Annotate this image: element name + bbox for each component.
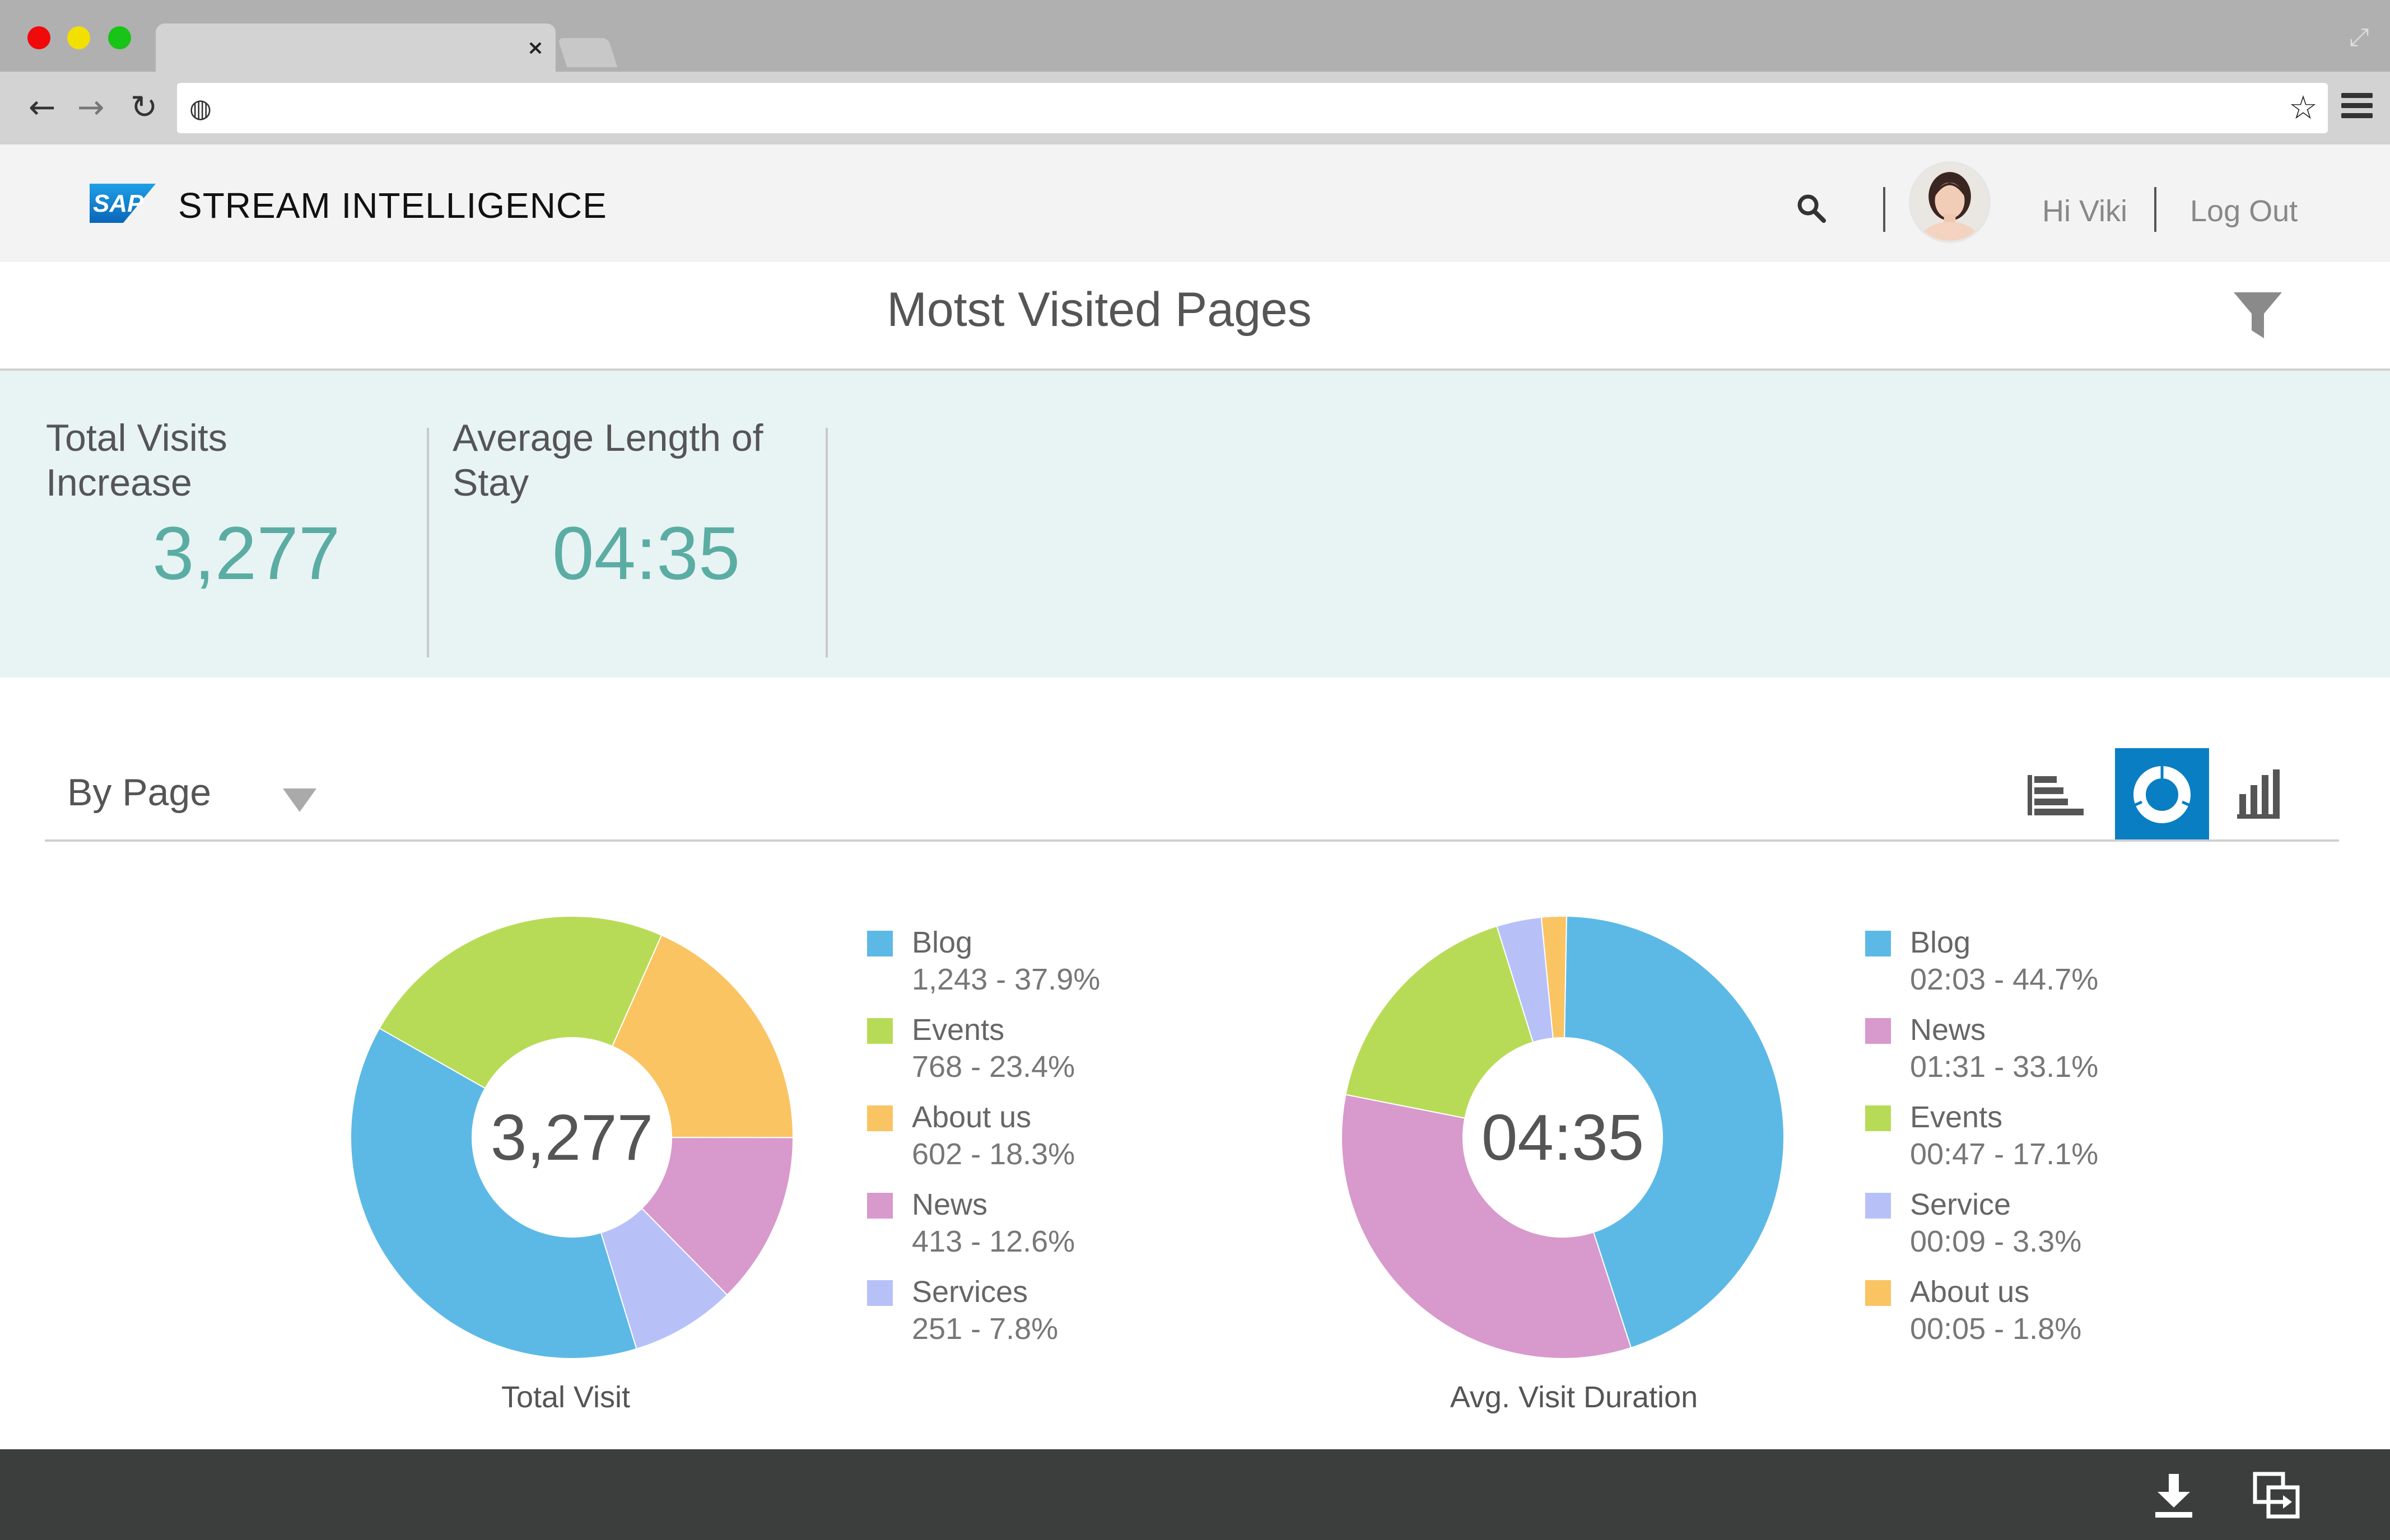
donut-center-value: 3,277 (490, 1101, 654, 1174)
legend-label: Blog (1910, 926, 1971, 959)
legend-label: Service (1910, 1188, 2011, 1221)
legend-swatch (1865, 1018, 1891, 1044)
chart-caption: Total Visit (501, 1380, 631, 1414)
column-chart-icon (2237, 769, 2280, 819)
globe-icon: ◍ (189, 93, 212, 123)
window-minimize-button[interactable] (67, 26, 90, 49)
column-chart-view-button[interactable] (2214, 748, 2308, 841)
legend-value: 413 - 12.6% (912, 1225, 1075, 1258)
kpi-total-visits: Total Visits Increase 3,277 (46, 416, 427, 647)
user-greeting: Hi Viki (2042, 194, 2128, 228)
browser-toolbar: ← → ↻ ◍ ☆ (0, 72, 2390, 144)
legend-swatch (867, 1193, 893, 1219)
page-title: Motst Visited Pages (887, 283, 1312, 337)
donut-slice-events[interactable] (1345, 925, 1534, 1119)
browser-tab-bar: × ⤢ (0, 0, 2390, 74)
legend-label: Blog (912, 926, 973, 959)
kpi-average-stay: Average Length of Stay 04:35 (453, 416, 822, 647)
kpi-divider (427, 428, 429, 657)
kpi-value: 3,277 (152, 512, 341, 595)
legend-label: Services (912, 1275, 1028, 1309)
user-avatar[interactable] (1909, 161, 1991, 243)
legend-value: 02:03 - 44.7% (1910, 963, 2099, 996)
kpi-divider (826, 428, 828, 657)
donut-chart-view-button[interactable] (2115, 748, 2209, 841)
fullscreen-icon[interactable]: ⤢ (2344, 22, 2374, 53)
window-close-button[interactable] (27, 26, 50, 49)
chevron-down-icon[interactable] (283, 788, 316, 812)
legend-swatch (1865, 931, 1891, 956)
legend-value: 251 - 7.8% (912, 1312, 1059, 1346)
title-bar: Motst Visited Pages (0, 262, 2390, 371)
legend-swatch (867, 1105, 893, 1131)
tab-close-icon[interactable]: × (523, 36, 548, 60)
donut-slice-blog[interactable] (351, 1027, 637, 1359)
kpi-value: 04:35 (552, 512, 740, 595)
legend-label: News (1910, 1013, 1986, 1047)
donut-chart-icon (2131, 766, 2193, 823)
bar-chart-icon (2028, 775, 2084, 815)
group-by-select[interactable]: By Page (67, 771, 211, 814)
legend-value: 00:09 - 3.3% (1910, 1225, 2082, 1258)
donut-center-value: 04:35 (1481, 1101, 1644, 1174)
search-icon[interactable] (1795, 192, 1828, 225)
legend-swatch (867, 1280, 893, 1306)
legend-swatch (1865, 1280, 1891, 1306)
legend-value: 768 - 23.4% (912, 1050, 1075, 1084)
header-divider (2154, 187, 2156, 232)
bar-chart-view-button[interactable] (2005, 748, 2099, 841)
legend-label: About us (912, 1100, 1032, 1134)
header-divider (1883, 187, 1885, 232)
controls-divider (45, 839, 2339, 842)
back-arrow-icon[interactable]: ← (22, 87, 62, 127)
legend-label: Events (1910, 1100, 2003, 1134)
reload-icon[interactable]: ↻ (124, 87, 164, 127)
new-tab-button[interactable] (557, 38, 618, 67)
legend-swatch (867, 1018, 893, 1044)
legend-value: 00:47 - 17.1% (1910, 1137, 2099, 1171)
app-name: STREAM INTELLIGENCE (178, 185, 607, 226)
browser-menu-icon[interactable] (2341, 93, 2373, 124)
chart-caption: Avg. Visit Duration (1450, 1380, 1698, 1414)
kpi-label: Total Visits Increase (46, 417, 227, 504)
download-icon[interactable] (2149, 1471, 2199, 1521)
kpi-label: Average Length of Stay (453, 417, 763, 504)
legend-value: 1,243 - 37.9% (912, 963, 1101, 996)
legend-value: 00:05 - 1.8% (1910, 1312, 2082, 1346)
address-bar[interactable]: ◍ ☆ (177, 83, 2328, 133)
svg-text:SAP: SAP (93, 190, 144, 217)
legend-value: 602 - 18.3% (912, 1137, 1075, 1171)
footer-bar (0, 1449, 2390, 1540)
sap-logo: SAP (90, 184, 156, 223)
legend-label: Events (912, 1013, 1005, 1047)
browser-tab[interactable]: × (156, 24, 556, 74)
bookmark-star-icon[interactable]: ☆ (2286, 91, 2320, 124)
filter-icon[interactable] (2233, 290, 2283, 340)
window-maximize-button[interactable] (108, 26, 131, 49)
legend-swatch (867, 931, 893, 956)
kpi-band: Total Visits Increase 3,277 Average Leng… (0, 371, 2390, 678)
export-icon[interactable] (2252, 1471, 2302, 1521)
forward-arrow-icon[interactable]: → (71, 87, 110, 127)
legend-label: News (912, 1188, 988, 1221)
legend-swatch (1865, 1105, 1891, 1131)
app-header: SAP STREAM INTELLIGENCE Hi Viki Log Out (0, 144, 2390, 262)
logout-link[interactable]: Log Out (2190, 194, 2298, 228)
legend-swatch (1865, 1193, 1891, 1219)
legend-label: About us (1910, 1275, 2030, 1309)
legend-value: 01:31 - 33.1% (1910, 1050, 2099, 1084)
